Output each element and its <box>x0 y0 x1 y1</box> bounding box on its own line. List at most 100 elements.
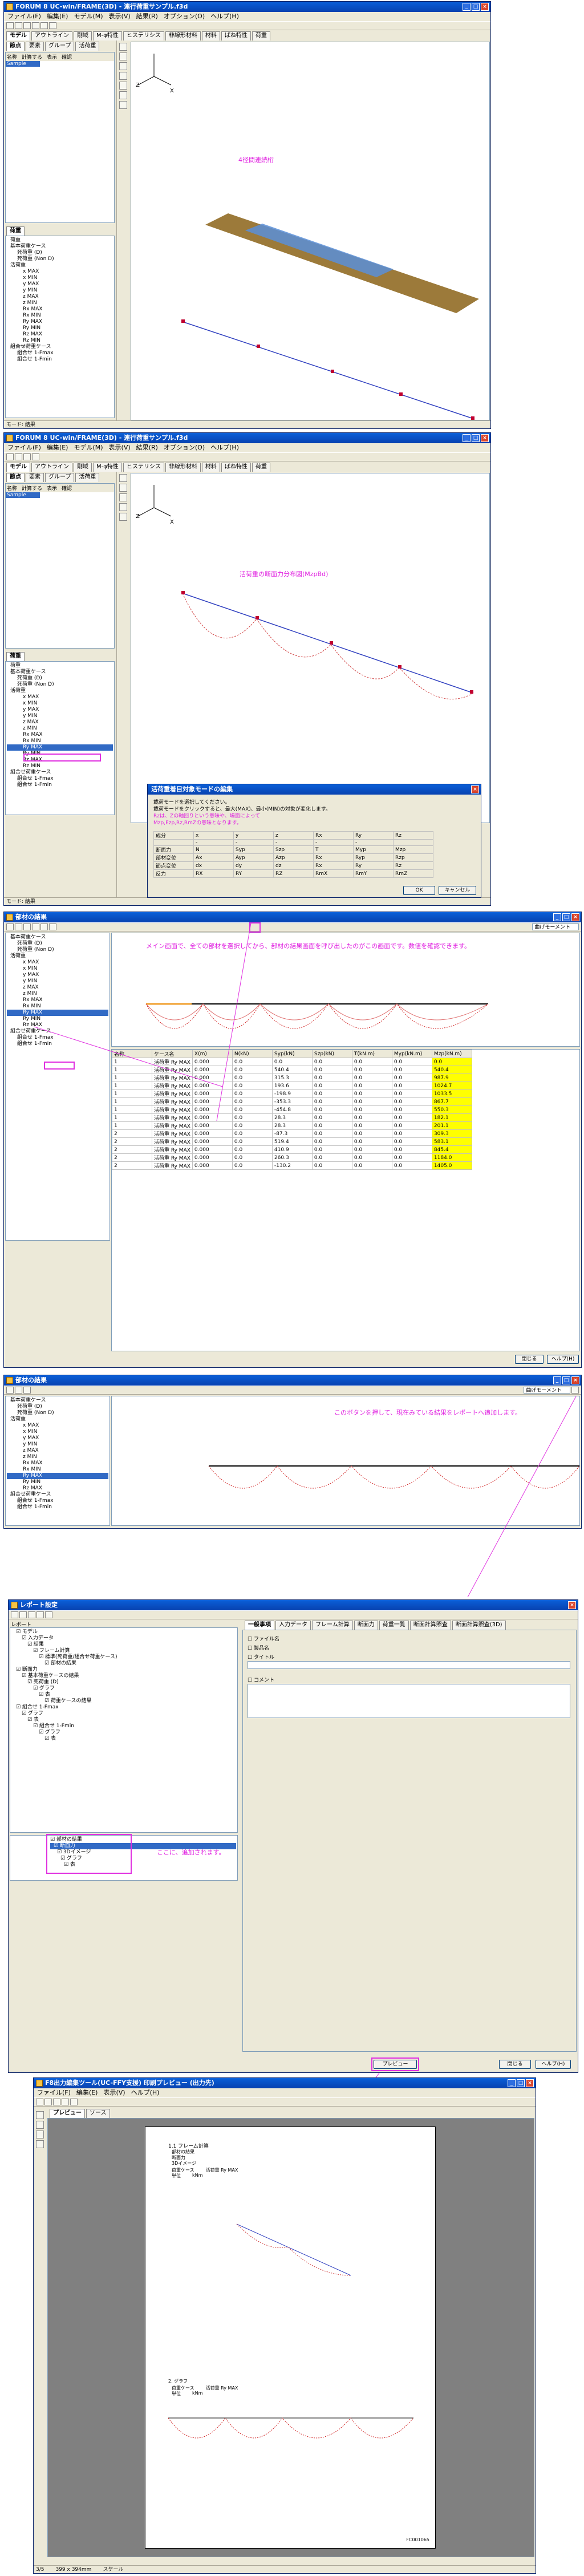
tree-item[interactable]: 活荷重 <box>7 953 108 959</box>
tree-item[interactable]: 活荷重 <box>7 262 113 269</box>
table-row[interactable]: 1 活荷重 Ry MAX 0.000 0.0 28.3 0.0 0.0 0.0 182.1 <box>112 1113 472 1122</box>
report-tree-item[interactable]: ☑ 組合せ 1-Fmax <box>11 1704 236 1711</box>
report-tree-item[interactable]: ☑ 組合せ 1-Fmin <box>11 1723 236 1730</box>
cancel-button[interactable]: キャンセル <box>439 886 476 895</box>
tree-item[interactable]: 死荷重 (Non D) <box>7 682 113 688</box>
menu-result[interactable]: 結果(R) <box>136 12 158 21</box>
tree-item[interactable]: Rz MIN <box>7 763 113 769</box>
report-tree-item[interactable]: ☑ 荷重ケースの結果 <box>11 1698 236 1704</box>
tree-item[interactable]: Rx MAX <box>7 997 108 1003</box>
table-row[interactable]: 2 活荷重 Ry MAX 0.000 0.0 -130.2 0.0 0.0 0.0 1405.0 <box>112 1161 472 1170</box>
checkbox-comment[interactable]: ☐ <box>248 1678 254 1683</box>
tab-check[interactable]: 断面計算照査 <box>409 1621 451 1630</box>
menu-file[interactable]: ファイル(F) <box>7 443 41 452</box>
help-button[interactable]: ヘルプ(H) <box>547 1355 579 1364</box>
table-row[interactable]: 断面力 N Syp Szp T Myp Mzp <box>153 845 433 854</box>
zoom-in-icon[interactable] <box>62 2099 69 2105</box>
tab-frame[interactable]: フレーム計算 <box>312 1621 353 1630</box>
report-tree-item[interactable]: ☑ グラフ <box>11 1730 236 1736</box>
print-icon[interactable] <box>32 22 39 29</box>
tree-item[interactable]: Rx MIN <box>7 313 113 319</box>
help-button[interactable]: ヘルプ(H) <box>536 2060 571 2069</box>
tree-item[interactable]: Ry MIN <box>7 325 113 331</box>
table-row[interactable]: 1 活荷重 Ry MAX 0.000 0.0 315.3 0.0 0.0 0.0 987.9 <box>112 1074 472 1082</box>
tree-item[interactable]: 基本荷重ケース <box>7 669 113 675</box>
tab-group[interactable]: グループ <box>45 473 75 482</box>
tab-spring[interactable]: ばね特性 <box>221 463 251 472</box>
tree-item[interactable]: Ry MAX <box>7 1010 108 1016</box>
print-icon[interactable] <box>6 1387 14 1394</box>
menu-help[interactable]: ヘルプ(H) <box>210 443 239 452</box>
model-view[interactable]: ZX 4径間連続桁 <box>131 42 490 420</box>
table-row[interactable]: 2 活荷重 Ry MAX 0.000 0.0 -87.3 0.0 0.0 0.0 309.3 <box>112 1129 472 1138</box>
minimize-icon[interactable]: _ <box>553 1376 561 1384</box>
tree-item[interactable]: 組合せ 1-Fmin <box>7 1041 108 1047</box>
open-icon[interactable] <box>15 22 22 29</box>
tree-item[interactable]: 組合せ 1-Fmax <box>7 1498 108 1504</box>
tab-load-lower[interactable]: 荷重 <box>6 652 25 661</box>
copy-icon[interactable] <box>15 1387 22 1394</box>
tree-item[interactable]: x MIN <box>7 1429 108 1435</box>
copy-icon[interactable] <box>15 924 22 930</box>
menu-option[interactable]: オプション(O) <box>164 12 205 21</box>
table-row[interactable]: 2 活荷重 Ry MAX 0.000 0.0 260.3 0.0 0.0 0.0 1184.0 <box>112 1153 472 1162</box>
image-icon[interactable] <box>36 2131 44 2138</box>
minimize-icon[interactable]: _ <box>553 913 561 921</box>
tree-item[interactable]: 組合せ 1-Fmax <box>7 350 113 357</box>
close-icon[interactable]: × <box>526 2079 534 2087</box>
tab-liveload[interactable]: 活荷重 <box>75 42 100 51</box>
tree-item[interactable]: 死荷重 (D) <box>7 941 108 947</box>
table-row[interactable]: 1 活荷重 Ry MAX 0.000 0.0 -454.8 0.0 0.0 0.0 550.3 <box>112 1105 472 1114</box>
tree-item[interactable]: y MAX <box>7 707 113 713</box>
tab-mphi[interactable]: M-φ特性 <box>93 31 122 40</box>
move-icon[interactable] <box>119 484 127 492</box>
tree-item[interactable]: z MIN <box>7 991 108 997</box>
tree-item[interactable]: Rx MIN <box>7 1003 108 1010</box>
up-icon[interactable] <box>36 1611 44 1618</box>
check-icon[interactable] <box>11 1611 18 1618</box>
tree-item[interactable]: Rx MAX <box>7 1460 108 1467</box>
tree-item[interactable]: 組合せ荷重ケース <box>7 1492 108 1498</box>
report-tree-item[interactable]: ☑ グラフ <box>11 1686 236 1692</box>
tree-item[interactable]: 死荷重 (D) <box>7 675 113 682</box>
tree-item[interactable]: x MAX <box>7 1423 108 1429</box>
tab-outline[interactable]: アウトライン <box>31 463 72 472</box>
minimize-icon[interactable]: _ <box>463 3 471 11</box>
checkbox-product[interactable]: ☐ <box>248 1646 254 1651</box>
tab-element[interactable]: 要素 <box>26 473 44 482</box>
report-tree-item[interactable]: ☑ 部材の結果 <box>11 1660 236 1667</box>
tree-item[interactable]: 死荷重 (Non D) <box>7 256 113 262</box>
tree-item[interactable]: z MAX <box>7 719 113 726</box>
tree-item[interactable]: z MAX <box>7 1448 108 1454</box>
menu-help[interactable]: ヘルプ(H) <box>131 2088 160 2097</box>
title-input[interactable] <box>248 1661 570 1669</box>
report-tree-item[interactable]: ☑ 結果 <box>11 1642 236 1648</box>
tree-item[interactable]: x MIN <box>7 275 113 281</box>
tab-material[interactable]: 材料 <box>201 31 220 40</box>
maximize-icon[interactable]: □ <box>517 2079 525 2087</box>
print-icon[interactable] <box>32 453 39 460</box>
list-item[interactable]: Sample <box>6 492 40 498</box>
tab-input[interactable]: 入力データ <box>275 1621 311 1630</box>
menu-file[interactable]: ファイル(F) <box>7 12 41 21</box>
tree-item[interactable]: 組合せ荷重ケース <box>7 769 113 776</box>
tree-item[interactable]: Rx MIN <box>7 738 113 744</box>
tree-item[interactable]: 荷重 <box>7 663 113 669</box>
tab-hysteresis[interactable]: ヒステリシス <box>123 31 164 40</box>
table-row[interactable]: 反力 RX RY RZ RmX RmY RmZ <box>153 869 433 878</box>
tab-model[interactable]: モデル <box>6 31 30 40</box>
table-row[interactable]: 節点変位 dx dy dz Rx Ry Rz <box>153 861 433 870</box>
tree-item[interactable]: Rz MAX <box>7 1485 108 1492</box>
tab-rigid[interactable]: 剛域 <box>74 31 92 40</box>
report-tree-item[interactable]: ☑ 表 <box>11 1692 236 1698</box>
liveload-target-icon[interactable] <box>119 513 127 521</box>
pencil-icon[interactable] <box>119 493 127 501</box>
table-icon[interactable] <box>36 2140 44 2148</box>
tab-spring[interactable]: ばね特性 <box>221 31 251 40</box>
report-tree-item[interactable]: ☑ 死荷重 (D) <box>11 1679 236 1686</box>
close-button[interactable]: 閉じる <box>499 2060 531 2069</box>
zoom-icon[interactable] <box>32 924 39 930</box>
tab-load-lower[interactable]: 荷重 <box>6 226 25 236</box>
tab-node[interactable]: 節点 <box>6 473 25 482</box>
redo-icon[interactable] <box>49 22 56 29</box>
